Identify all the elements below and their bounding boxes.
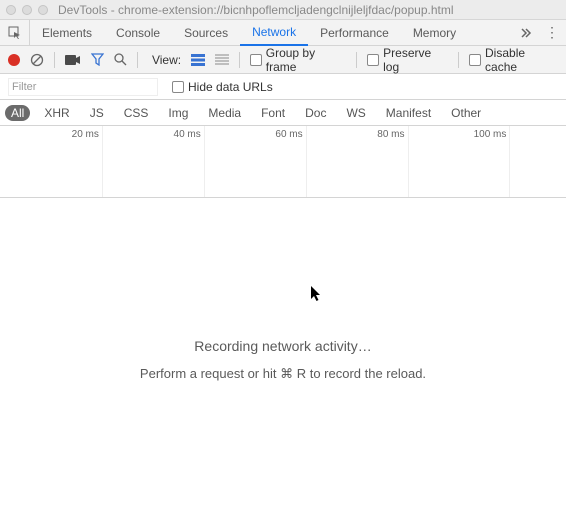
checkbox-icon (172, 81, 184, 93)
clear-button[interactable] (30, 53, 44, 67)
filter-toggle-button[interactable] (91, 53, 104, 66)
inspect-icon (8, 26, 22, 40)
type-manifest[interactable]: Manifest (380, 105, 437, 121)
record-button[interactable] (8, 54, 20, 66)
separator (356, 52, 357, 68)
type-css[interactable]: CSS (118, 105, 155, 121)
timeline-tick: 80 ms (377, 129, 407, 140)
type-doc[interactable]: Doc (299, 105, 332, 121)
separator (137, 52, 138, 68)
type-all[interactable]: All (5, 105, 30, 121)
tab-network[interactable]: Network (240, 20, 308, 46)
timeline-overview[interactable]: 20 ms 40 ms 60 ms 80 ms 100 ms (0, 126, 566, 198)
separator (239, 52, 240, 68)
type-img[interactable]: Img (162, 105, 194, 121)
list-small-icon (215, 54, 229, 66)
disable-cache-checkbox[interactable]: Disable cache (469, 46, 558, 74)
large-rows-button[interactable] (191, 54, 205, 66)
search-icon (114, 53, 127, 66)
filter-input[interactable]: Filter (8, 78, 158, 96)
tabs-overflow-button[interactable] (514, 27, 538, 39)
filter-bar: Filter Hide data URLs (0, 74, 566, 100)
type-js[interactable]: JS (84, 105, 110, 121)
timeline-tick: 100 ms (474, 129, 510, 140)
checkbox-icon (250, 54, 262, 66)
type-font[interactable]: Font (255, 105, 291, 121)
preserve-log-checkbox[interactable]: Preserve log (367, 46, 448, 74)
small-rows-button[interactable] (215, 54, 229, 66)
inspect-element-button[interactable] (0, 20, 30, 46)
clear-icon (30, 53, 44, 67)
list-large-icon (191, 54, 205, 66)
window-title: DevTools - chrome-extension://bicnhpofle… (58, 3, 454, 17)
view-label: View: (152, 53, 181, 67)
filter-placeholder: Filter (12, 81, 36, 93)
funnel-icon (91, 53, 104, 66)
type-media[interactable]: Media (202, 105, 247, 121)
recording-hint: Perform a request or hit ⌘ R to record t… (0, 366, 566, 382)
traffic-zoom-icon[interactable] (38, 5, 48, 15)
tab-memory[interactable]: Memory (401, 20, 468, 46)
separator (458, 52, 459, 68)
recording-status: Recording network activity… (0, 338, 566, 354)
type-ws[interactable]: WS (340, 105, 371, 121)
hide-data-urls-label: Hide data URLs (188, 80, 273, 94)
requests-pane: Recording network activity… Perform a re… (0, 198, 566, 498)
devtools-menu-button[interactable]: ⋮ (544, 24, 560, 41)
tab-console[interactable]: Console (104, 20, 172, 46)
camera-icon (65, 54, 81, 66)
timeline-tick: 40 ms (174, 129, 204, 140)
tab-performance[interactable]: Performance (308, 20, 401, 46)
timeline-tick: 60 ms (275, 129, 305, 140)
type-other[interactable]: Other (445, 105, 487, 121)
checkbox-icon (469, 54, 481, 66)
disable-cache-label: Disable cache (485, 46, 558, 74)
request-type-filter: All XHR JS CSS Img Media Font Doc WS Man… (0, 100, 566, 126)
network-toolbar: View: Group by frame Preserve log Disabl… (0, 46, 566, 74)
window-titlebar: DevTools - chrome-extension://bicnhpofle… (0, 0, 566, 20)
preserve-log-label: Preserve log (383, 46, 448, 74)
traffic-minimize-icon[interactable] (22, 5, 32, 15)
panel-tab-bar: Elements Console Sources Network Perform… (0, 20, 566, 46)
record-icon (8, 54, 20, 66)
search-button[interactable] (114, 53, 127, 66)
capture-screenshots-button[interactable] (65, 54, 81, 66)
separator (54, 52, 55, 68)
type-xhr[interactable]: XHR (38, 105, 75, 121)
chevron-double-right-icon (520, 27, 532, 39)
tab-sources[interactable]: Sources (172, 20, 240, 46)
hide-data-urls-checkbox[interactable]: Hide data URLs (172, 80, 273, 94)
group-by-frame-label: Group by frame (266, 46, 347, 74)
traffic-close-icon[interactable] (6, 5, 16, 15)
group-by-frame-checkbox[interactable]: Group by frame (250, 46, 346, 74)
tab-elements[interactable]: Elements (30, 20, 104, 46)
timeline-tick: 20 ms (72, 129, 102, 140)
checkbox-icon (367, 54, 379, 66)
